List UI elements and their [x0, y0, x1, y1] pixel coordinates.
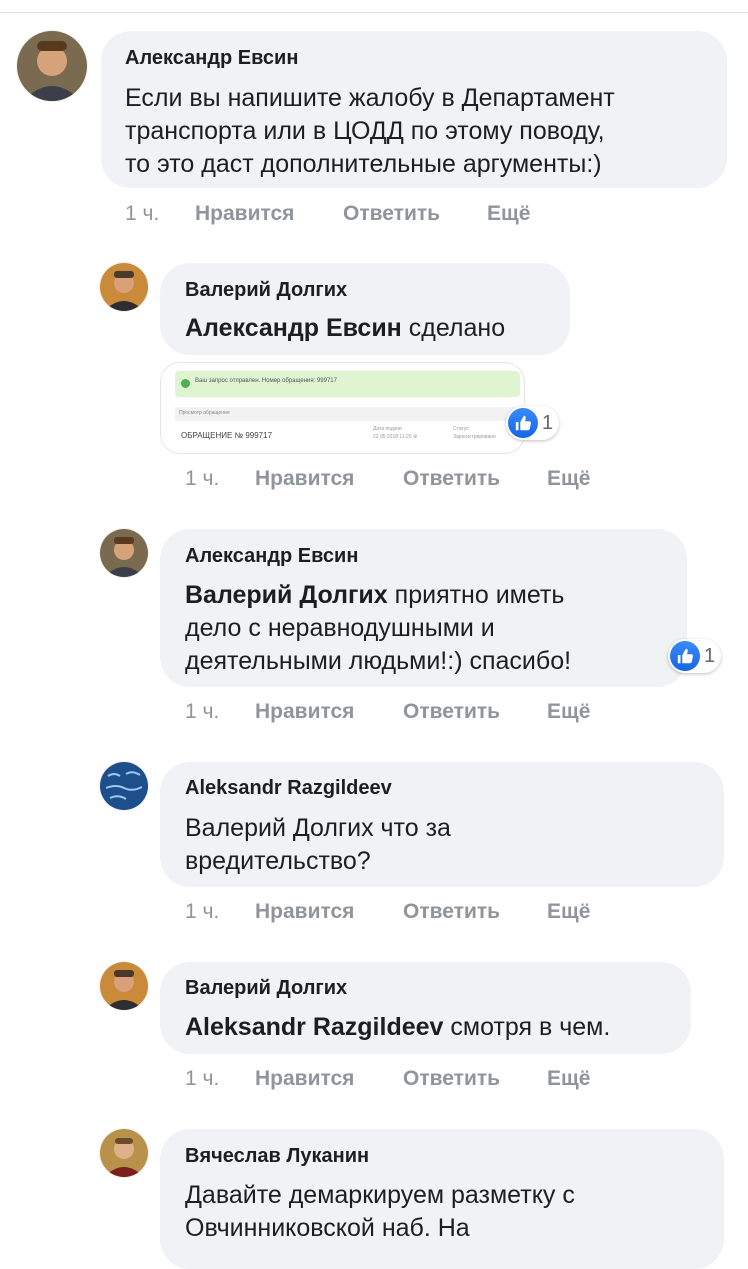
comment-text-line: Давайте демаркируем разметку с [185, 1181, 575, 1209]
avatar-aleksandr-razgildeev[interactable] [100, 762, 148, 810]
comment-text-line: Овчинниковской наб. На [185, 1214, 470, 1242]
comment-author[interactable]: Александр Евсин [185, 545, 358, 568]
comment-text: Александр Евсин сделано [185, 312, 505, 345]
attachment-col-value: 22.05.2018 11:20 ⊕ [373, 434, 418, 440]
comment-text-line: Валерий Долгих приятно иметь [185, 579, 571, 612]
comment-text-body: сделано [408, 314, 506, 342]
comment-text-line: транспорта или в ЦОДД по этому поводу, [125, 117, 605, 145]
reply-button[interactable]: Ответить [403, 900, 500, 924]
more-button[interactable]: Ещё [547, 467, 590, 491]
attachment-screenshot[interactable]: Ваш запрос отправлен. Номер обращения: 9… [160, 362, 525, 454]
comment-text-line: деятельными людьми!:) спасибо! [185, 647, 572, 675]
reply-button[interactable]: Ответить [403, 700, 500, 724]
attachment-subheader: Просмотр обращения [175, 407, 520, 421]
like-button[interactable]: Нравится [195, 202, 294, 226]
more-button[interactable]: Ещё [547, 700, 590, 724]
comment-timestamp[interactable]: 1 ч. [185, 1067, 219, 1091]
attachment-col-label: Дата подачи [373, 426, 402, 432]
like-icon [508, 408, 538, 438]
comment-timestamp[interactable]: 1 ч. [125, 202, 159, 226]
reaction-count: 1 [542, 411, 554, 434]
mention-link[interactable]: Александр Евсин [185, 314, 402, 342]
more-button[interactable]: Ещё [547, 1067, 590, 1091]
comment-text-line: то это даст дополнительные аргументы:) [125, 150, 602, 178]
attachment-col-date: Дата подачи 22.05.2018 11:20 ⊕ [373, 425, 417, 441]
comment-text: Валерий Долгих что за вредительство? [185, 812, 451, 878]
reaction-count: 1 [704, 644, 716, 667]
comment-text: Валерий Долгих приятно иметь дело с нера… [185, 579, 571, 678]
reply-button[interactable]: Ответить [403, 467, 500, 491]
mention-link[interactable]: Aleksandr Razgildeev [185, 1013, 443, 1041]
comment-text-line: Если вы напишите жалобу в Департамент [125, 84, 615, 112]
reply-button[interactable]: Ответить [403, 1067, 500, 1091]
comment-author[interactable]: Aleksandr Razgildeev [185, 777, 392, 800]
attachment-col-label: Статус [453, 426, 469, 432]
more-button[interactable]: Ещё [547, 900, 590, 924]
comment-text: Если вы напишите жалобу в Департамент тр… [125, 82, 615, 181]
avatar-aleksandr-evsin[interactable] [17, 31, 87, 101]
reaction-badge[interactable]: 1 [668, 639, 722, 673]
comment-text-body: приятно иметь [394, 581, 565, 609]
comment-timestamp[interactable]: 1 ч. [185, 900, 219, 924]
avatar-valeriy-dolgikh[interactable] [100, 263, 148, 311]
mention-link[interactable]: Валерий Долгих [185, 581, 388, 609]
comment-text: Давайте демаркируем разметку с Овчиннико… [185, 1179, 575, 1245]
comment-timestamp[interactable]: 1 ч. [185, 467, 219, 491]
reply-button[interactable]: Ответить [343, 202, 440, 226]
attachment-subheader-text: Просмотр обращения [179, 410, 230, 416]
like-button[interactable]: Нравится [255, 1067, 354, 1091]
like-icon [670, 641, 700, 671]
comment-text: Aleksandr Razgildeev смотря в чем. [185, 1011, 610, 1044]
comment-author[interactable]: Валерий Долгих [185, 279, 347, 302]
attachment-col-status: Статус Зарегистрировано [453, 425, 496, 441]
like-button[interactable]: Нравится [255, 900, 354, 924]
avatar-valeriy-dolgikh[interactable] [100, 962, 148, 1010]
comment-timestamp[interactable]: 1 ч. [185, 700, 219, 724]
comment-text-line: дело с неравнодушными и [185, 614, 495, 642]
attachment-number: ОБРАЩЕНИЕ № 999717 [181, 431, 273, 440]
comment-text-line: вредительство? [185, 847, 371, 875]
attachment-col-value: Зарегистрировано [453, 434, 496, 440]
comment-text-line: Валерий Долгих что за [185, 814, 451, 842]
attachment-banner-text: Ваш запрос отправлен. Номер обращения: 9… [195, 378, 337, 384]
avatar-vyacheslav-lukanin[interactable] [100, 1129, 148, 1177]
avatar-aleksandr-evsin[interactable] [100, 529, 148, 577]
attachment-banner: Ваш запрос отправлен. Номер обращения: 9… [175, 371, 520, 397]
comment-text-body: смотря в чем. [450, 1013, 611, 1041]
comment-author[interactable]: Александр Евсин [125, 47, 298, 70]
comment-author[interactable]: Вячеслав Луканин [185, 1145, 369, 1168]
like-button[interactable]: Нравится [255, 700, 354, 724]
more-button[interactable]: Ещё [487, 202, 530, 226]
like-button[interactable]: Нравится [255, 467, 354, 491]
comment-author[interactable]: Валерий Долгих [185, 977, 347, 1000]
reaction-badge[interactable]: 1 [506, 406, 560, 440]
check-icon [181, 379, 190, 388]
top-divider [0, 12, 748, 13]
